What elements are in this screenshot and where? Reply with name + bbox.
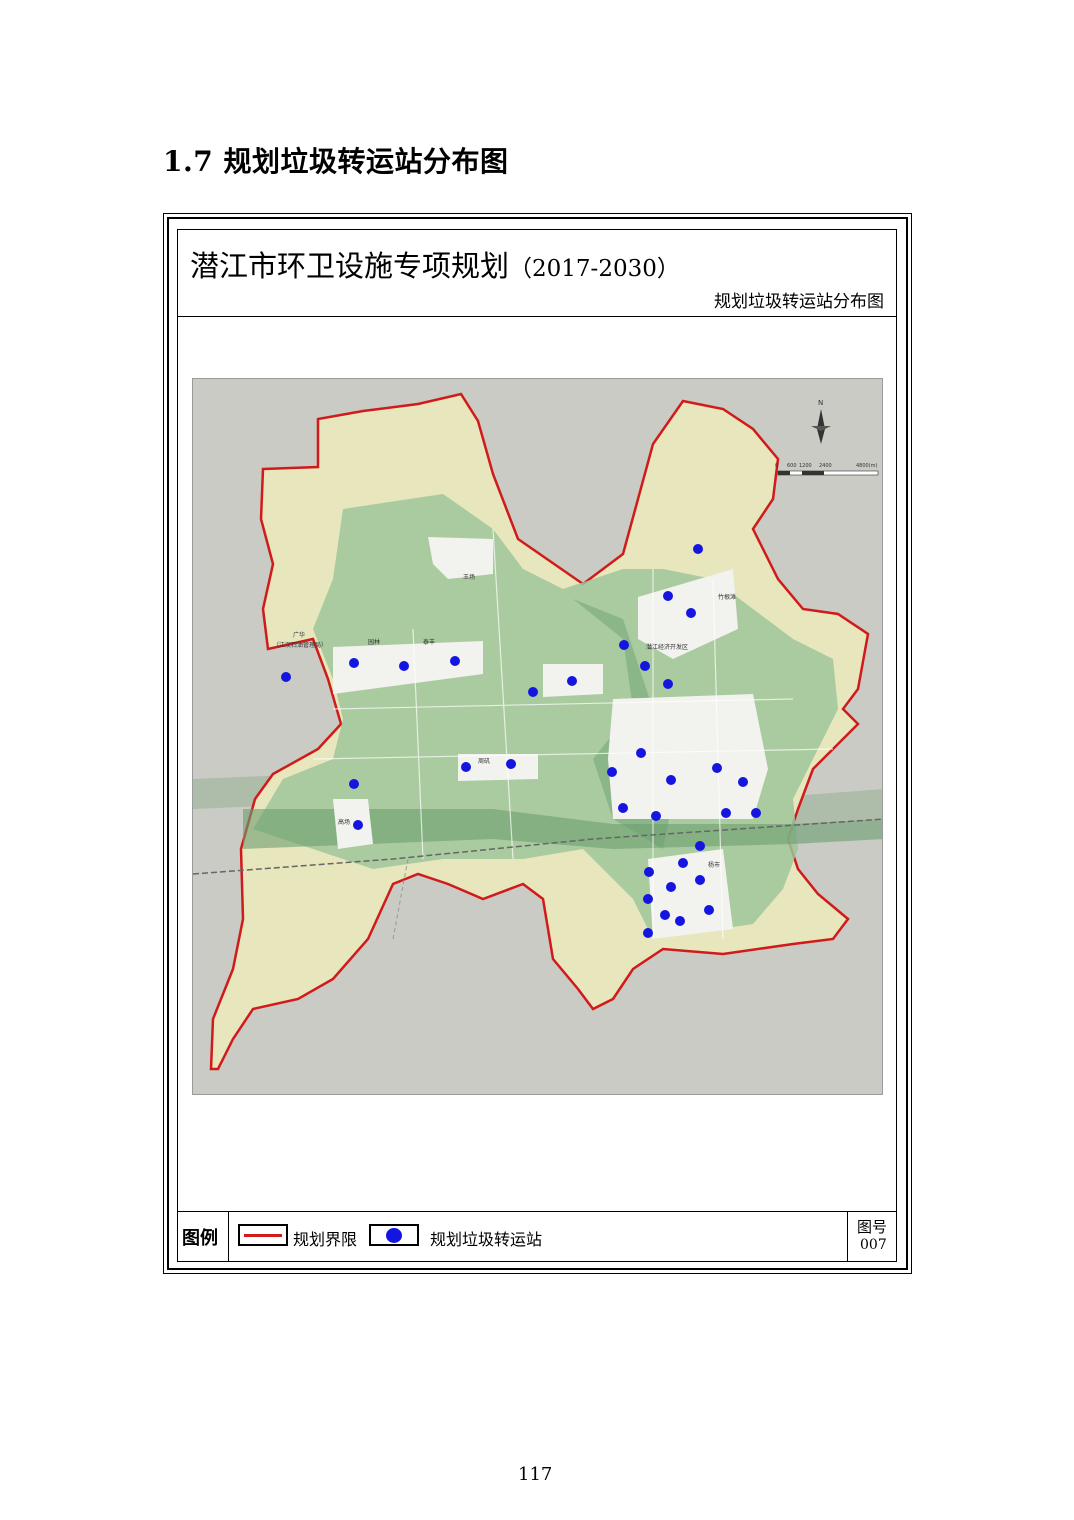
transfer-station — [349, 779, 359, 789]
transfer-station — [751, 808, 761, 818]
plan-years: （2017-2030） — [509, 256, 680, 282]
place-label: 泰丰 — [423, 638, 435, 646]
legend-title: 图例 — [182, 1228, 218, 1249]
plan-title-text: 潜江市环卫设施专项规划 — [190, 249, 510, 283]
plan-title: 潜江市环卫设施专项规划（2017-2030） — [190, 243, 680, 285]
transfer-station — [721, 808, 731, 818]
transfer-station — [693, 544, 703, 554]
place-label: 竹根滩 — [718, 593, 736, 601]
transfer-station — [640, 661, 650, 671]
transfer-station — [506, 759, 516, 769]
transfer-station — [353, 820, 363, 830]
transfer-station — [644, 867, 654, 877]
place-label: 王场 — [463, 573, 475, 581]
place-label: 广华 — [293, 631, 305, 639]
page-number: 117 — [518, 1464, 553, 1485]
north-label: N — [818, 399, 823, 407]
transfer-station — [678, 858, 688, 868]
place-label: 高场 — [338, 818, 350, 826]
transfer-station — [349, 658, 359, 668]
transfer-station — [695, 875, 705, 885]
map-svg: N 0 600 1200 2400 4800(m) 王场 竹根滩 潜江经济开发区… — [193, 379, 882, 1094]
transfer-station — [619, 640, 629, 650]
legend-boundary-label: 规划界限 — [293, 1230, 358, 1249]
legend-divider — [228, 1211, 229, 1262]
transfer-station — [643, 894, 653, 904]
figure-number: 007 — [860, 1237, 887, 1253]
map: N 0 600 1200 2400 4800(m) 王场 竹根滩 潜江经济开发区… — [192, 378, 883, 1095]
scale-tick-3: 2400 — [819, 463, 832, 469]
urban-block-city — [608, 694, 768, 819]
legend-station-swatch — [369, 1224, 419, 1246]
scale-tick-0: 0 — [775, 463, 778, 469]
transfer-station — [618, 803, 628, 813]
transfer-station — [399, 661, 409, 671]
scale-tick-1: 600 — [787, 463, 797, 469]
legend-station-label: 规划垃圾转运站 — [430, 1230, 543, 1249]
transfer-station — [450, 656, 460, 666]
transfer-station — [607, 767, 617, 777]
transfer-station — [666, 775, 676, 785]
transfer-station — [695, 841, 705, 851]
transfer-station — [643, 928, 653, 938]
transfer-station — [528, 687, 538, 697]
place-label: 杨市 — [708, 861, 720, 869]
transfer-station — [686, 608, 696, 618]
legend-divider — [847, 1211, 848, 1262]
transfer-station — [663, 591, 673, 601]
figure-number-label: 图号 — [857, 1218, 888, 1236]
transfer-station — [738, 777, 748, 787]
legend-boundary-swatch — [238, 1224, 288, 1246]
transfer-station — [281, 672, 291, 682]
transfer-station — [636, 748, 646, 758]
urban-block-yangshi — [648, 849, 733, 939]
section-heading: 1.7 规划垃圾转运站分布图 — [163, 145, 509, 178]
plan-subtitle: 规划垃圾转运站分布图 — [714, 292, 884, 312]
place-label: 潜江经济开发区 — [646, 643, 688, 651]
scale-tick-4: 4800(m) — [856, 463, 878, 469]
transfer-station — [651, 811, 661, 821]
transfer-station — [666, 882, 676, 892]
scale-tick-2: 1200 — [799, 463, 812, 469]
place-label: 园林 — [368, 638, 380, 646]
transfer-station — [675, 916, 685, 926]
place-label: 周矶 — [478, 758, 490, 765]
place-label: （江汉石油管理局） — [273, 641, 327, 649]
transfer-station — [660, 910, 670, 920]
transfer-station — [461, 762, 471, 772]
transfer-station — [567, 676, 577, 686]
transfer-station — [704, 905, 714, 915]
transfer-station — [712, 763, 722, 773]
transfer-station — [663, 679, 673, 689]
